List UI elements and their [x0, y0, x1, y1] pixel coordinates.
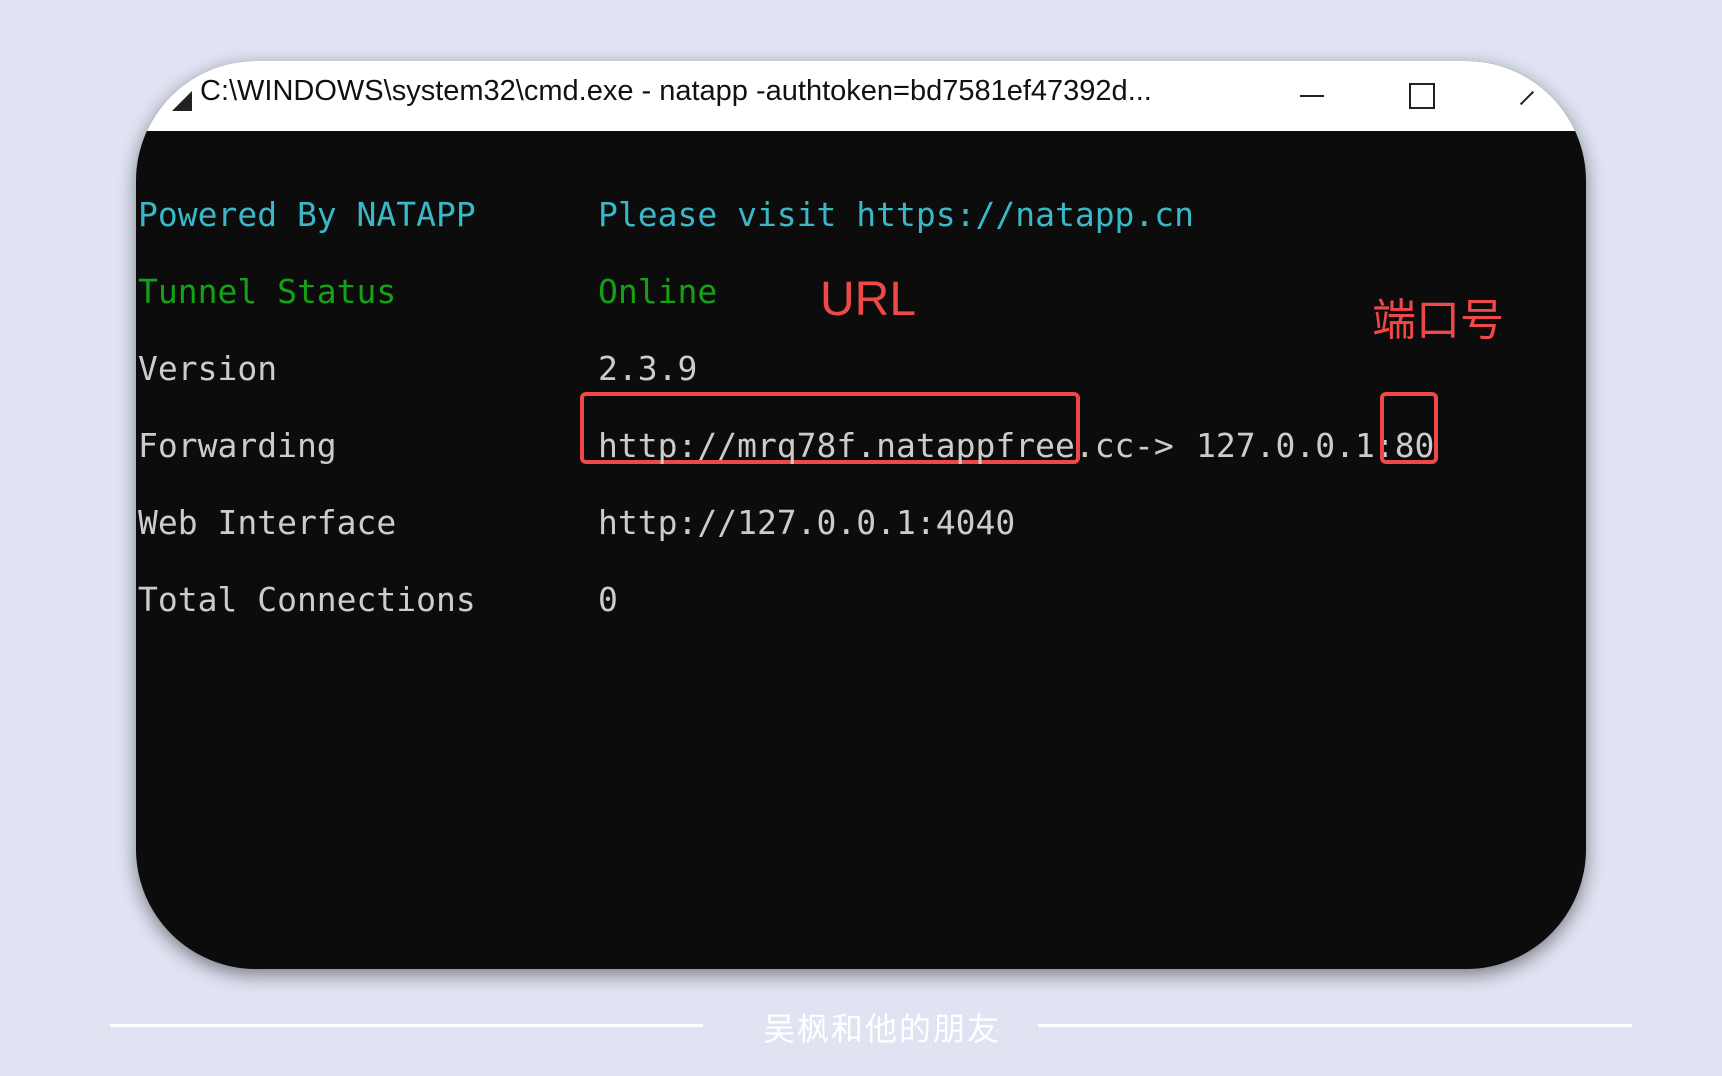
console-output[interactable]: Powered By NATAPP Please visit https://n…	[136, 131, 1586, 969]
row-value: Please visit https://natapp.cn	[598, 195, 1195, 234]
row-label: Forwarding	[138, 426, 337, 465]
footer-divider-left	[110, 1024, 703, 1027]
console-row-web-interface: Web Interface http://127.0.0.1:4040	[136, 503, 1586, 547]
local-host: 127.0.0.1:	[1196, 426, 1395, 465]
title-bar[interactable]: C:\WINDOWS\system32\cmd.exe - natapp -au…	[136, 61, 1586, 131]
forwarding-arrow: ->	[1134, 426, 1174, 465]
console-row-total-connections: Total Connections 0	[136, 580, 1586, 624]
row-label: Total Connections	[138, 580, 476, 619]
maximize-button[interactable]	[1386, 61, 1456, 131]
close-button[interactable]	[1506, 61, 1576, 131]
close-icon	[1519, 90, 1535, 106]
public-url: http://mrq78f.natappfree.cc	[598, 426, 1135, 465]
footer-watermark: 吴枫和他的朋友	[763, 1010, 1002, 1048]
row-value: http://127.0.0.1:4040	[598, 503, 1016, 542]
footer-divider-right	[1038, 1024, 1632, 1027]
row-label: Tunnel Status	[138, 272, 397, 311]
minimize-icon	[1300, 95, 1324, 97]
window-title: C:\WINDOWS\system32\cmd.exe - natapp -au…	[200, 75, 1152, 107]
console-app-icon	[172, 91, 192, 111]
row-value: 2.3.9	[598, 349, 698, 388]
row-label: Version	[138, 349, 278, 388]
port-highlight-box	[1380, 392, 1438, 464]
maximize-icon	[1409, 83, 1435, 109]
minimize-button[interactable]	[1276, 61, 1346, 131]
console-row-forwarding: Forwarding http://mrq78f.natappfree.cc -…	[136, 392, 1586, 470]
row-value: Online	[598, 272, 718, 311]
url-annotation: URL	[820, 273, 917, 326]
cmd-window: C:\WINDOWS\system32\cmd.exe - natapp -au…	[136, 61, 1586, 969]
console-row-version: Version 2.3.9	[136, 349, 1586, 393]
row-value: 0	[598, 580, 618, 619]
port-annotation: 端口号	[1372, 295, 1504, 346]
row-label: Web Interface	[138, 503, 397, 542]
row-label: Powered By NATAPP	[138, 195, 476, 234]
console-row-powered-by: Powered By NATAPP Please visit https://n…	[136, 195, 1586, 239]
